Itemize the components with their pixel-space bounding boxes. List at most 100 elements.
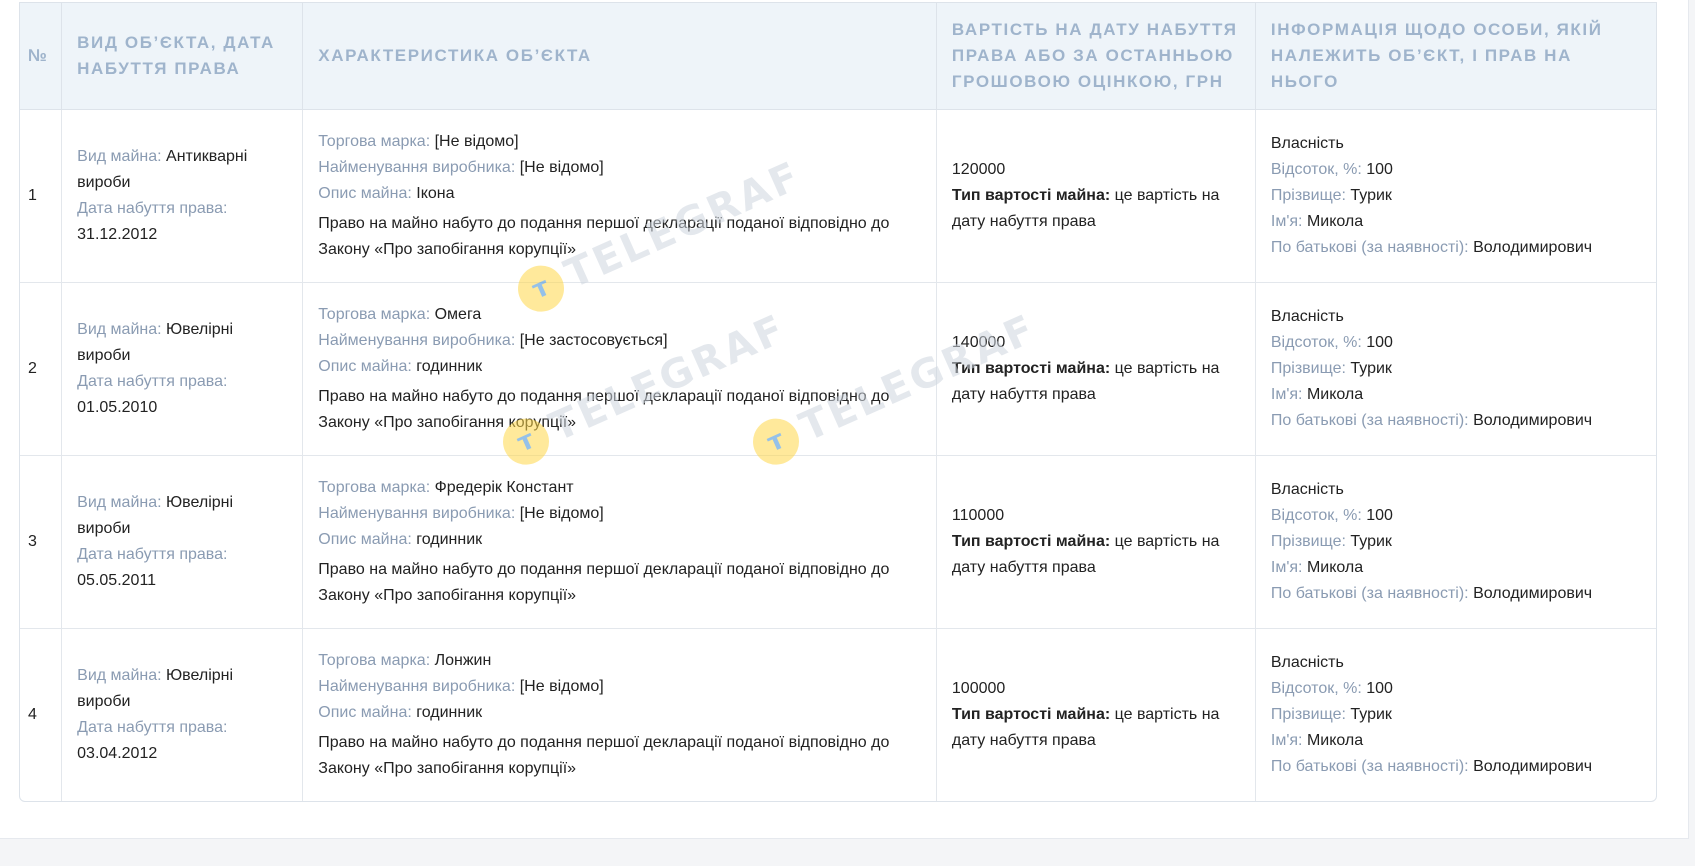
acquisition-date-label: Дата набуття права: [77, 719, 228, 736]
brand-label: Торгова марка: [318, 133, 431, 150]
object-characteristics-cell: Торгова марка: Фредерік Констант Найменув… [303, 456, 937, 629]
row-number: 3 [20, 456, 63, 629]
object-characteristics-cell: Торгова марка: [Не відомо] Найменування в… [303, 110, 937, 283]
percent-label: Відсоток, %: [1270, 334, 1362, 351]
value-type-label: Тип вартості майна: [951, 706, 1111, 723]
amount-value: 110000 [951, 507, 1005, 524]
property-type-label: Вид майна: [77, 148, 162, 165]
value-cell: 110000 Тип вартості майна: це вартість на… [936, 456, 1256, 629]
patronymic-value: Володимирович [1473, 585, 1593, 602]
description-value: Ікона [416, 185, 455, 202]
patronymic-label: По батькові (за наявності): [1270, 758, 1469, 775]
row-number: 2 [20, 283, 63, 456]
description-label: Опис майна: [318, 358, 412, 375]
percent-label: Відсоток, %: [1270, 507, 1362, 524]
value-type-label: Тип вартості майна: [951, 187, 1111, 204]
acquisition-date-value: 01.05.2010 [77, 399, 158, 416]
acquisition-date-value: 05.05.2011 [77, 572, 157, 589]
acquisition-note: Право на майно набуто до подання першої … [318, 561, 890, 604]
surname-label: Прізвище: [1270, 187, 1346, 204]
description-value: годинник [416, 704, 483, 721]
acquisition-date-value: 03.04.2012 [77, 745, 158, 762]
surname-value: Турик [1350, 187, 1392, 204]
object-type-cell: Вид майна: Ювелірні вироби Дата набуття п… [62, 629, 304, 801]
value-type-label: Тип вартості майна: [951, 533, 1111, 550]
percent-value: 100 [1366, 680, 1393, 697]
name-label: Ім'я: [1270, 559, 1303, 576]
property-type-label: Вид майна: [77, 321, 162, 338]
acquisition-date-label: Дата набуття права: [77, 373, 228, 390]
name-value: Микола [1306, 559, 1364, 576]
brand-value: Омега [434, 306, 482, 323]
value-cell: 140000 Тип вартості майна: це вартість на… [936, 283, 1256, 456]
table-header-row: № ВИД ОБ’ЄКТА, ДАТА НАБУТТЯ ПРАВА ХАРАКТ… [20, 3, 1656, 110]
amount-value: 100000 [951, 680, 1006, 697]
name-label: Ім'я: [1270, 386, 1303, 403]
surname-label: Прізвище: [1270, 533, 1346, 550]
object-characteristics-cell: Торгова марка: Лонжин Найменування виробн… [303, 629, 937, 801]
table-row: 2 Вид майна: Ювелірні вироби Дата набуття … [20, 283, 1656, 456]
description-value: годинник [416, 531, 483, 548]
value-type-label: Тип вартості майна: [951, 360, 1111, 377]
row-number: 1 [20, 110, 63, 283]
acquisition-note: Право на майно набуто до подання першої … [318, 734, 890, 777]
table-row: 4 Вид майна: Ювелірні вироби Дата набуття … [20, 629, 1656, 801]
header-number: № [20, 3, 63, 110]
manufacturer-value: [Не відомо] [519, 159, 604, 176]
header-object-characteristics: ХАРАКТЕРИСТИКА ОБ’ЄКТА [303, 3, 937, 110]
acquisition-date-label: Дата набуття права: [77, 546, 228, 563]
percent-label: Відсоток, %: [1270, 680, 1362, 697]
surname-value: Турик [1350, 360, 1392, 377]
declaration-card: № ВИД ОБ’ЄКТА, ДАТА НАБУТТЯ ПРАВА ХАРАКТ… [0, 0, 1689, 839]
name-value: Микола [1306, 732, 1364, 749]
property-type-label: Вид майна: [77, 494, 162, 511]
manufacturer-value: [Не відомо] [519, 678, 604, 695]
acquisition-date-label: Дата набуття права: [77, 200, 228, 217]
ownership-right: Власність [1270, 135, 1344, 152]
header-object-type: ВИД ОБ’ЄКТА, ДАТА НАБУТТЯ ПРАВА [62, 3, 304, 110]
acquisition-date-value: 31.12.2012 [77, 226, 158, 243]
table-row: 3 Вид майна: Ювелірні вироби Дата набуття … [20, 456, 1656, 629]
acquisition-note: Право на майно набуто до подання першої … [318, 215, 890, 258]
description-label: Опис майна: [318, 704, 412, 721]
percent-label: Відсоток, %: [1270, 161, 1362, 178]
manufacturer-label: Найменування виробника: [318, 159, 516, 176]
name-label: Ім'я: [1270, 213, 1303, 230]
row-number: 4 [20, 629, 63, 801]
percent-value: 100 [1366, 507, 1393, 524]
amount-value: 120000 [951, 161, 1006, 178]
name-value: Микола [1306, 213, 1364, 230]
value-cell: 120000 Тип вартості майна: це вартість на… [936, 110, 1256, 283]
description-label: Опис майна: [318, 185, 412, 202]
patronymic-value: Володимирович [1473, 412, 1593, 429]
ownership-right: Власність [1270, 308, 1344, 325]
patronymic-label: По батькові (за наявності): [1270, 585, 1469, 602]
percent-value: 100 [1366, 161, 1393, 178]
brand-label: Торгова марка: [318, 306, 431, 323]
description-value: годинник [416, 358, 483, 375]
brand-value: Лонжин [434, 652, 492, 669]
object-type-cell: Вид майна: Ювелірні вироби Дата набуття п… [62, 456, 304, 629]
surname-value: Турик [1350, 533, 1392, 550]
ownership-right: Власність [1270, 481, 1344, 498]
property-type-label: Вид майна: [77, 667, 162, 684]
owner-info-cell: Власність Відсоток, %: 100 Прізвище: Турик… [1255, 283, 1656, 456]
movable-property-table: № ВИД ОБ’ЄКТА, ДАТА НАБУТТЯ ПРАВА ХАРАКТ… [19, 2, 1657, 802]
surname-label: Прізвище: [1270, 360, 1346, 377]
brand-label: Торгова марка: [318, 479, 431, 496]
header-owner-info: ІНФОРМАЦІЯ ЩОДО ОСОБИ, ЯКІЙ НАЛЕЖИТЬ ОБ’… [1255, 3, 1656, 110]
owner-info-cell: Власність Відсоток, %: 100 Прізвище: Турик… [1256, 629, 1656, 801]
ownership-right: Власність [1270, 654, 1344, 671]
percent-value: 100 [1366, 334, 1393, 351]
owner-info-cell: Власність Відсоток, %: 100 Прізвище: Турик… [1255, 110, 1656, 283]
brand-label: Торгова марка: [318, 652, 431, 669]
object-type-cell: Вид майна: Ювелірні вироби Дата набуття п… [62, 283, 304, 456]
patronymic-label: По батькові (за наявності): [1270, 239, 1469, 256]
acquisition-note: Право на майно набуто до подання першої … [318, 388, 890, 431]
name-label: Ім'я: [1270, 732, 1303, 749]
manufacturer-label: Найменування виробника: [318, 505, 516, 522]
name-value: Микола [1306, 386, 1364, 403]
surname-label: Прізвище: [1270, 706, 1346, 723]
manufacturer-value: [Не застосовується] [519, 332, 668, 349]
patronymic-value: Володимирович [1473, 239, 1593, 256]
